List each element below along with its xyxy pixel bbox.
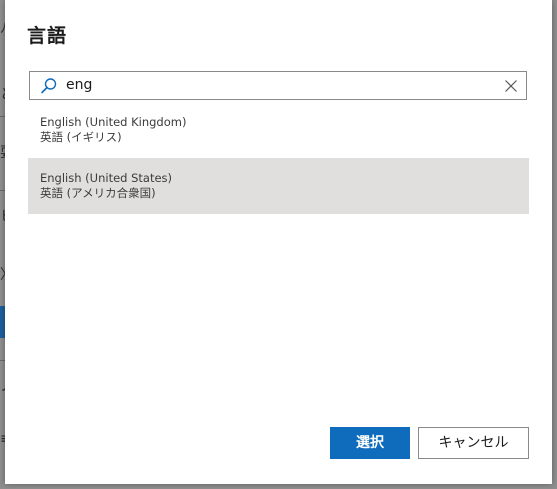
language-dialog: 言語 English (United Kingdom) 英語 (イギリス) En… [5,0,552,484]
dialog-title: 言語 [27,25,68,47]
cancel-button[interactable]: キャンセル [418,427,529,459]
search-input[interactable] [66,72,486,99]
close-icon[interactable] [504,78,518,92]
select-button[interactable]: 選択 [330,427,410,459]
language-localized-name: 英語 (イギリス) [40,130,122,144]
language-option-en-us[interactable]: English (United States) 英語 (アメリカ合衆国) [28,158,529,214]
language-name: English (United States) [40,171,173,185]
language-localized-name: 英語 (アメリカ合衆国) [40,186,156,200]
search-box[interactable] [29,71,527,100]
language-option-en-gb[interactable]: English (United Kingdom) 英語 (イギリス) [28,112,529,152]
language-name: English (United Kingdom) [40,115,187,129]
search-icon [40,77,58,95]
